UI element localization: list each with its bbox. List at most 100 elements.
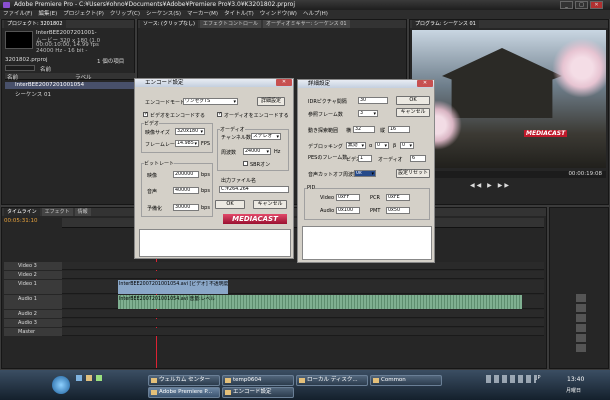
quicklaunch-icon[interactable] <box>86 375 92 381</box>
step-forward-icon[interactable]: ▶▶ <box>498 182 511 189</box>
close-button[interactable]: ✕ <box>590 1 603 9</box>
menu-marker[interactable]: マーカー(M) <box>187 10 218 19</box>
pcr-input[interactable]: 0xFE <box>386 194 410 201</box>
play-icon[interactable]: ▶ <box>487 182 494 189</box>
encode-mode-label: エンコードモード <box>145 100 186 106</box>
maximize-button[interactable]: □ <box>575 1 588 9</box>
menu-project[interactable]: プロジェクト(P) <box>63 10 104 19</box>
taskbar-item[interactable]: Adobe Premiere P... <box>148 387 220 398</box>
pes-video-input[interactable]: 1 <box>358 155 372 162</box>
reserve-input[interactable]: 30000 <box>173 204 199 211</box>
pmt-input[interactable]: 0x50 <box>386 207 410 214</box>
tab-info[interactable]: 情報 <box>74 208 91 216</box>
taskbar-item[interactable]: エンコード設定 <box>222 387 294 398</box>
audio-cutoff-select[interactable]: 0k <box>354 170 376 177</box>
ime-indicator[interactable]: JP <box>536 375 541 381</box>
reset-settings-button[interactable]: 設定リセット <box>396 169 430 178</box>
encode-audio-label[interactable]: オーディオをエンコードする <box>224 112 289 119</box>
encode-mode-select[interactable]: ワンセグTS <box>183 98 238 105</box>
quicklaunch-icon[interactable] <box>96 375 102 381</box>
tab-timeline[interactable]: タイムライン <box>4 208 40 216</box>
col-name[interactable]: 名前 <box>7 73 18 81</box>
program-scrubber[interactable]: 00:00:19:08 <box>412 171 606 178</box>
track-header-master[interactable]: Master <box>4 328 62 336</box>
start-orb-icon[interactable] <box>52 376 70 394</box>
audio-bitrate-input[interactable]: 40000 <box>173 187 199 194</box>
tool-icons[interactable] <box>576 294 586 354</box>
project-item[interactable]: シーケンス 01 <box>5 90 135 98</box>
menu-clip[interactable]: クリップ(C) <box>110 10 140 19</box>
motion-v-input[interactable]: 16 <box>388 126 410 133</box>
track-audio-3[interactable] <box>62 319 544 327</box>
detail-settings-button[interactable]: 詳細設定 <box>257 97 285 106</box>
idr-input[interactable]: 30 <box>358 97 388 104</box>
taskbar-item[interactable]: temp0604 <box>222 375 294 386</box>
minimize-button[interactable]: _ <box>560 1 573 9</box>
frequency-select[interactable]: 24000 <box>243 148 271 155</box>
clock-time[interactable]: 13:40 <box>567 376 584 383</box>
close-icon[interactable]: ✕ <box>276 79 292 86</box>
track-video-2[interactable] <box>62 271 544 279</box>
track-header-audio-2[interactable]: Audio 2 <box>4 310 62 318</box>
ok-button[interactable]: OK <box>215 200 245 209</box>
tab-program[interactable]: プログラム: シーケンス 01 <box>412 20 479 28</box>
taskbar-item[interactable]: ローカル ディスク... <box>296 375 368 386</box>
framerate-select[interactable]: 14.985 <box>175 140 199 147</box>
project-panel: プロジェクト: 3201802 InterBEE2007201001- ムービー… <box>1 19 135 205</box>
title-bar: Adobe Premiere Pro - C:¥Users¥ohno¥Docum… <box>0 0 610 10</box>
track-header-video-3[interactable]: Video 3 <box>4 262 62 270</box>
video-pid-input[interactable]: 0xFF <box>336 194 360 201</box>
size-select[interactable]: 320x180 <box>175 128 205 135</box>
sbr-checkbox[interactable] <box>243 161 248 166</box>
detail-log-area <box>302 226 432 260</box>
beta-select[interactable]: 0 <box>400 142 414 149</box>
tab-effects[interactable]: エフェクト <box>41 208 73 216</box>
track-header-audio-3[interactable]: Audio 3 <box>4 319 62 327</box>
quicklaunch-icon[interactable] <box>76 375 82 381</box>
pes-audio-input[interactable]: 6 <box>410 155 426 162</box>
motion-h-label: 横 <box>346 128 352 134</box>
track-video-3[interactable] <box>62 262 544 270</box>
track-header-video-1[interactable]: Video 1 <box>4 280 62 294</box>
video-bitrate-input[interactable]: 200000 <box>173 171 199 178</box>
menu-help[interactable]: ヘルプ(H) <box>303 10 328 19</box>
project-item[interactable]: InterBEE2007201001054 <box>5 82 135 89</box>
col-label[interactable]: ラベル <box>75 73 92 81</box>
track-header-video-2[interactable]: Video 2 <box>4 271 62 279</box>
track-header-audio-1[interactable]: Audio 1 <box>4 295 62 309</box>
alpha-select[interactable]: 0 <box>375 142 389 149</box>
tab-project[interactable]: プロジェクト: 3201802 <box>4 20 66 28</box>
menu-title[interactable]: タイトル(T) <box>224 10 254 19</box>
menu-window[interactable]: ウィンドウ(W) <box>260 10 297 19</box>
track-audio-2[interactable] <box>62 310 544 318</box>
cancel-button[interactable]: キャンセル <box>396 108 430 117</box>
cancel-button[interactable]: キャンセル <box>253 200 287 209</box>
deblock-select[interactable]: 無効 <box>346 142 366 149</box>
step-back-icon[interactable]: ◀◀ <box>470 182 483 189</box>
track-master[interactable] <box>62 328 544 336</box>
encode-video-label[interactable]: ビデオをエンコードする <box>150 112 205 119</box>
project-search-input[interactable] <box>5 65 35 71</box>
motion-h-input[interactable]: 32 <box>353 126 375 133</box>
menu-sequence[interactable]: シーケンス(S) <box>146 10 181 19</box>
tray-icons[interactable] <box>486 375 536 383</box>
audio-pid-input[interactable]: 0x100 <box>336 207 360 214</box>
channels-select[interactable]: ステレオ <box>251 133 281 140</box>
bps-unit: bps <box>201 172 210 178</box>
ok-button[interactable]: OK <box>396 96 430 105</box>
menu-edit[interactable]: 編集(E) <box>38 10 57 19</box>
taskbar-item[interactable]: Common <box>370 375 442 386</box>
tab-audio-mixer[interactable]: オーディオミキサー: シーケンス 01 <box>262 20 350 28</box>
sbr-label[interactable]: SBRオン <box>250 161 270 168</box>
audio-clip[interactable]: InterBEE2007201001054.avi 音量:レベル <box>118 295 522 309</box>
ref-frames-select[interactable]: 3 <box>358 110 378 117</box>
taskbar-item[interactable]: ウェルカム センター <box>148 375 220 386</box>
close-icon[interactable]: ✕ <box>417 80 433 87</box>
tab-source[interactable]: ソース: (クリップなし) <box>140 20 198 28</box>
tab-effect-controls[interactable]: エフェクトコントロール <box>199 20 261 28</box>
encode-video-checkbox[interactable] <box>143 111 148 117</box>
video-clip[interactable]: InterBEE2007201001054.avi [ビデオ] 不透明度:不透明… <box>118 280 228 294</box>
encode-audio-checkbox[interactable] <box>217 111 222 117</box>
menu-file[interactable]: ファイル(F) <box>3 10 32 19</box>
output-file-input[interactable]: C:¥264.264 <box>219 186 289 193</box>
